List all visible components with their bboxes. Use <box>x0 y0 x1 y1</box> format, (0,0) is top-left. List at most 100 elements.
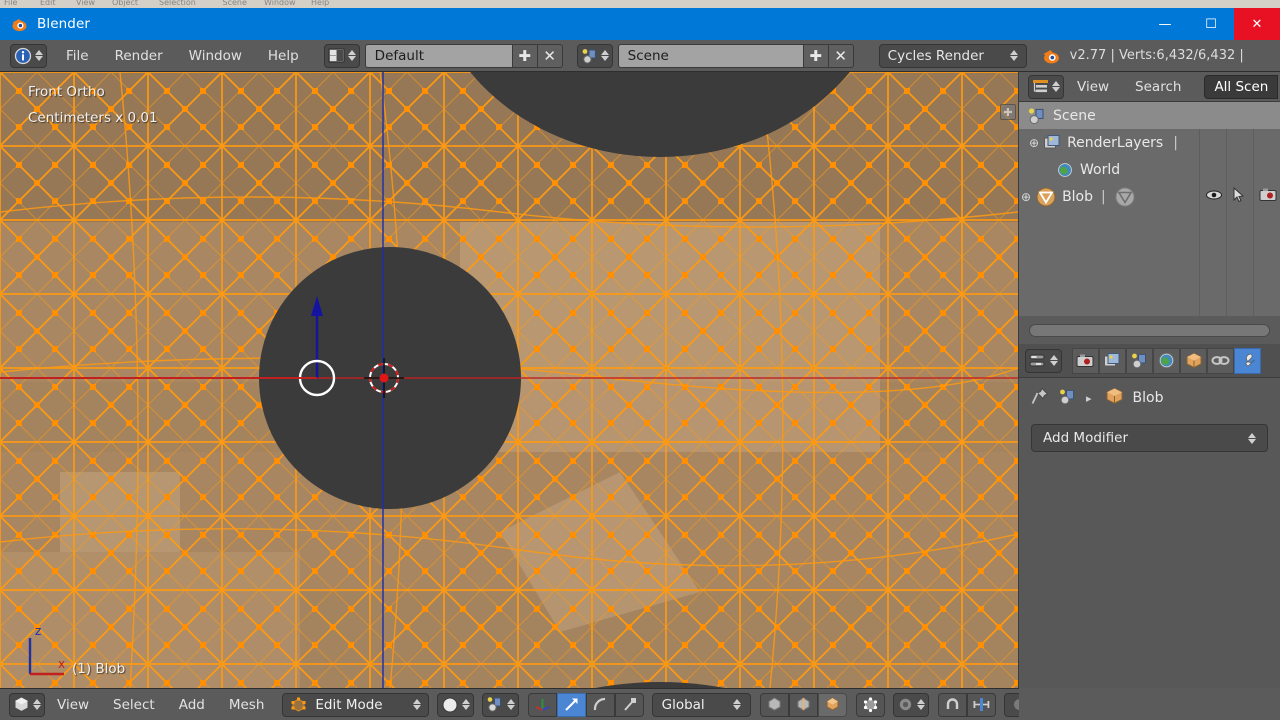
object-tab[interactable] <box>1180 347 1207 374</box>
add-screen-layout-button[interactable]: ✚ <box>512 43 538 68</box>
view-type-spinner[interactable] <box>33 699 41 710</box>
blender-logo-icon <box>1043 49 1059 63</box>
scene-spinner[interactable] <box>600 50 609 61</box>
visibility-eye-icon[interactable] <box>1205 189 1223 205</box>
render-tab[interactable] <box>1072 347 1099 374</box>
minimize-button[interactable]: — <box>1142 8 1188 40</box>
pin-icon[interactable] <box>1031 387 1049 409</box>
3d-view-editor-type-button[interactable] <box>9 692 45 717</box>
interaction-mode-dropdown[interactable]: Edit Mode <box>282 692 429 717</box>
scene-name[interactable]: Scene <box>617 43 804 68</box>
add-modifier-label: Add Modifier <box>1043 430 1129 446</box>
viewport-toolshelf-grip[interactable]: ✚ <box>1000 104 1016 120</box>
properties-editor-type-button[interactable] <box>1025 348 1062 373</box>
render-layers-tab[interactable] <box>1099 347 1126 374</box>
orientation-spinner[interactable] <box>732 699 741 710</box>
outliner-scroll-area[interactable] <box>1019 316 1280 344</box>
modifiers-tab[interactable] <box>1234 347 1261 374</box>
maximize-button[interactable]: ☐ <box>1188 8 1234 40</box>
shading-spinner[interactable] <box>461 699 470 710</box>
info-editor-icon <box>14 47 32 64</box>
scene-browse-button[interactable] <box>576 43 613 68</box>
outliner-row-blob[interactable]: ⊕ Blob | <box>1019 183 1280 210</box>
vertex-select-icon[interactable] <box>759 692 789 717</box>
ghost-menu-file: File <box>4 0 18 7</box>
mode-spinner[interactable] <box>412 699 421 710</box>
viewport-shading-button[interactable] <box>436 692 474 717</box>
pivot-median-icon <box>898 697 912 712</box>
solid-shading-icon <box>442 697 458 712</box>
scene-icon <box>582 48 596 63</box>
view-menu[interactable]: View <box>45 697 101 713</box>
edge-select-icon[interactable] <box>788 692 818 717</box>
outliner-editor-type-button[interactable] <box>1028 74 1064 99</box>
menu-help[interactable]: Help <box>255 44 312 68</box>
breadcrumb-arrow-icon[interactable]: ▸ <box>1086 392 1092 405</box>
proportional-edit-icon[interactable] <box>966 692 996 717</box>
scene-preview-button[interactable] <box>481 692 519 717</box>
outliner-label-world: World <box>1080 161 1121 178</box>
world-tab[interactable] <box>1153 347 1180 374</box>
ghost-menu-view: View <box>76 0 95 7</box>
layout-spinner[interactable] <box>347 50 356 61</box>
select-menu[interactable]: Select <box>101 697 167 713</box>
outliner-row-world[interactable]: World <box>1019 156 1280 183</box>
outliner-header: View Search All Scen <box>1019 72 1280 102</box>
render-engine-dropdown[interactable]: Cycles Render <box>878 43 1027 68</box>
screen-layout-name[interactable]: Default <box>364 43 513 68</box>
translate-manipulator-icon[interactable] <box>556 692 586 717</box>
outliner-type-spinner[interactable] <box>1052 81 1060 92</box>
outliner-row-renderlayers[interactable]: ⊕ RenderLayers | <box>1019 129 1280 156</box>
scale-manipulator-icon[interactable] <box>614 692 644 717</box>
renderability-camera-icon[interactable] <box>1259 187 1278 206</box>
delete-screen-layout-button[interactable]: ✕ <box>537 43 563 68</box>
manipulator-toggle-icon[interactable] <box>527 692 557 717</box>
transform-orientation-dropdown[interactable]: Global <box>651 692 751 717</box>
outliner-menu-search[interactable]: Search <box>1122 75 1194 99</box>
outliner-display-mode[interactable]: All Scen <box>1204 74 1279 99</box>
add-modifier-button[interactable]: Add Modifier <box>1031 424 1268 452</box>
status-text: v2.77 | Verts:6,432/6,432 | <box>1069 48 1244 63</box>
mesh-menu[interactable]: Mesh <box>217 697 277 713</box>
add-modifier-spinner[interactable] <box>1248 432 1256 444</box>
snap-magnet-icon[interactable] <box>937 692 967 717</box>
rotate-manipulator-icon[interactable] <box>585 692 615 717</box>
outliner-menu-view[interactable]: View <box>1064 75 1122 99</box>
limit-selection-group <box>855 692 885 717</box>
face-select-icon[interactable] <box>817 692 847 717</box>
selectability-cursor-icon[interactable] <box>1233 186 1245 207</box>
properties-editor-icon <box>1029 354 1045 366</box>
menu-file[interactable]: File <box>53 44 102 68</box>
preview-spinner[interactable] <box>506 699 515 710</box>
pivot-spinner[interactable] <box>916 699 925 710</box>
breadcrumb-scene-icon[interactable] <box>1058 388 1077 409</box>
add-menu[interactable]: Add <box>167 697 217 713</box>
delete-scene-button[interactable]: ✕ <box>828 43 854 68</box>
pivot-point-button[interactable] <box>892 692 929 717</box>
ghost-menu-scene: Scene <box>222 0 247 7</box>
outliner-row-scene[interactable]: Scene <box>1019 102 1280 129</box>
separator-bar: | <box>1173 134 1178 151</box>
blender-logo-icon <box>10 15 28 33</box>
3d-viewport[interactable]: Front Ortho Centimeters x 0.01 (1) Blob … <box>0 72 1018 688</box>
properties-editor: ▸ Blob Add Modifier <box>1019 344 1280 688</box>
header-menus: File Render Window Help <box>53 44 312 68</box>
menu-render[interactable]: Render <box>102 44 176 68</box>
expander-icon[interactable]: ⊕ <box>1021 190 1031 204</box>
constraints-tab[interactable] <box>1207 347 1234 374</box>
menu-window[interactable]: Window <box>176 44 255 68</box>
snap-group <box>937 692 996 717</box>
editor-type-spinner[interactable] <box>35 50 43 61</box>
viewport-canvas[interactable] <box>0 72 1018 688</box>
info-editor-type-button[interactable] <box>10 43 47 68</box>
outliner-horizontal-scrollbar[interactable] <box>1029 323 1270 337</box>
add-scene-button[interactable]: ✚ <box>803 43 829 68</box>
screen-layout-type-button[interactable] <box>323 43 360 68</box>
close-button[interactable]: ✕ <box>1234 8 1280 40</box>
scene-tab[interactable] <box>1126 347 1153 374</box>
render-engine-spinner[interactable] <box>1009 50 1018 61</box>
properties-type-spinner[interactable] <box>1050 355 1058 366</box>
info-editor-header: File Render Window Help Default ✚ ✕ Scen… <box>0 40 1280 72</box>
limit-selection-visible-icon[interactable] <box>855 692 885 717</box>
expander-icon[interactable]: ⊕ <box>1029 136 1039 150</box>
